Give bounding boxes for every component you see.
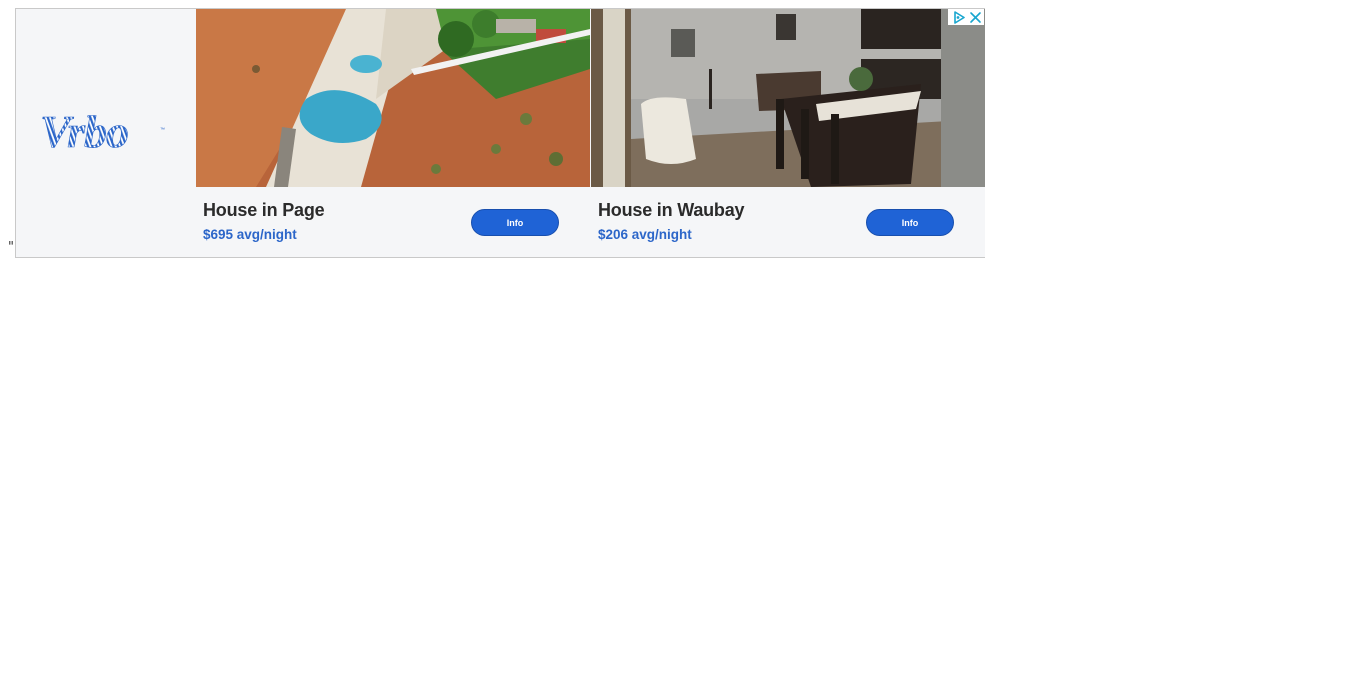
vrbo-logo: Vrbo ™ [40,111,165,155]
info-button[interactable]: Info [471,209,559,236]
stray-quote-text: " [8,240,14,255]
listing-title[interactable]: House in Page [203,200,325,221]
listing-photo-pool-aerial[interactable] [196,9,590,187]
svg-text:Vrbo: Vrbo [40,111,128,155]
svg-text:™: ™ [160,127,165,133]
listing-price: $695 avg/night [203,227,297,242]
adchoices-bar[interactable] [948,9,984,25]
info-button[interactable]: Info [866,209,954,236]
listing-price: $206 avg/night [598,227,692,242]
vrbo-display-ad[interactable]: Vrbo ™ House in Page $695 avg/night Info… [15,8,985,258]
brand-logo-panel[interactable]: Vrbo ™ [16,9,196,257]
close-icon[interactable] [969,11,982,24]
listing-title[interactable]: House in Waubay [598,200,745,221]
listing-photo-living-room[interactable] [591,9,985,187]
adchoices-triangle-icon[interactable] [953,10,966,24]
listing-card-waubay[interactable]: House in Waubay $206 avg/night Info [591,9,985,257]
listing-card-page[interactable]: House in Page $695 avg/night Info [196,9,590,257]
